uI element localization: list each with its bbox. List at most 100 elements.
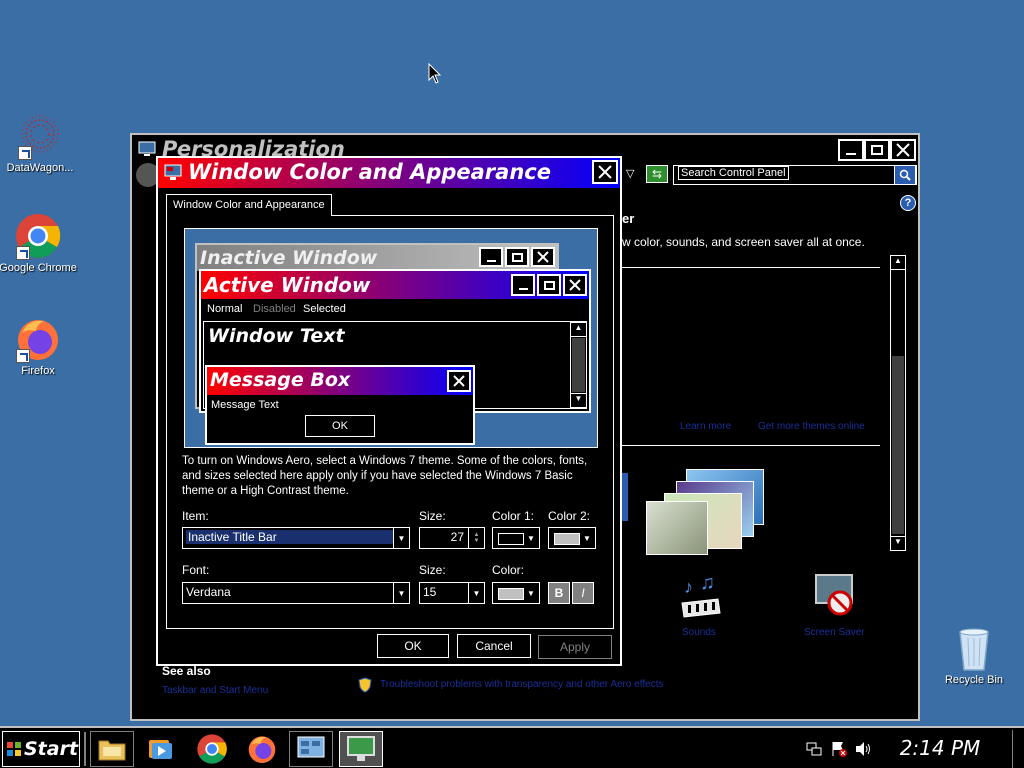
taskbar-start-menu-link[interactable]: Taskbar and Start Menu <box>162 685 268 696</box>
network-icon[interactable] <box>806 741 822 757</box>
taskbar-firefox-button[interactable] <box>240 731 284 767</box>
font-size-label: Size: <box>419 563 446 577</box>
svg-text:♪: ♪ <box>684 577 693 597</box>
active-window-title: Active Window <box>204 273 371 297</box>
maximize-button[interactable] <box>864 139 890 161</box>
color2-label: Color 2: <box>548 509 591 523</box>
shortcut-arrow-icon <box>16 246 30 260</box>
firefox-icon <box>248 736 276 763</box>
preview-window-text: Window Text <box>208 325 345 347</box>
font-color-label: Color: <box>492 563 525 577</box>
action-center-flag-icon[interactable] <box>830 740 848 758</box>
font-color-swatch <box>498 588 524 600</box>
minimize-button[interactable] <box>838 139 864 161</box>
control-panel-icon <box>138 141 156 156</box>
get-more-themes-link[interactable]: Get more themes online <box>758 421 865 432</box>
tab-window-color-appearance[interactable]: Window Color and Appearance <box>166 194 332 216</box>
chrome-icon <box>197 734 227 764</box>
volume-icon[interactable] <box>854 740 872 758</box>
mouse-cursor-icon <box>428 63 442 84</box>
close-icon <box>896 143 910 157</box>
preview-area[interactable]: Inactive Window Active Window Normal Dis… <box>184 228 598 448</box>
ok-button[interactable]: OK <box>377 634 449 658</box>
font-label: Font: <box>182 563 210 577</box>
shield-icon <box>358 677 372 693</box>
color1-picker[interactable]: ▼ <box>492 527 540 549</box>
bold-button[interactable]: B <box>548 582 570 604</box>
chevron-down-icon: ▼ <box>527 588 535 598</box>
color2-picker[interactable]: ▼ <box>548 527 596 549</box>
taskbar: Start 2:14 PM <box>0 726 1024 768</box>
dialog-title-bar[interactable]: Window Color and Appearance <box>158 158 620 188</box>
window-color-thumb[interactable] <box>622 473 628 521</box>
preview-close-icon <box>531 247 555 267</box>
page-description: w color, sounds, and screen saver all at… <box>622 235 865 249</box>
apply-button[interactable]: Apply <box>538 635 612 659</box>
desktop-icon-label: Recycle Bin <box>944 674 1004 686</box>
show-desktop-button[interactable] <box>1012 730 1022 768</box>
control-panel-icon <box>297 736 325 758</box>
inactive-window-title: Inactive Window <box>200 247 378 269</box>
color2-swatch <box>554 533 580 545</box>
start-button[interactable]: Start <box>2 731 80 767</box>
desktop-icon-google-chrome[interactable]: Google Chrome <box>0 212 78 274</box>
taskbar-control-panel-button[interactable] <box>289 731 333 767</box>
italic-button[interactable]: I <box>572 582 594 604</box>
search-button[interactable] <box>894 165 916 185</box>
preview-menu-disabled: Disabled <box>253 303 296 315</box>
minimize-icon <box>846 153 856 155</box>
chevron-down-icon: ▼ <box>393 528 409 548</box>
screen-saver-icon[interactable] <box>812 571 862 621</box>
item-size-spinner[interactable]: 27 ▲ ▼ <box>419 527 485 549</box>
font-select[interactable]: Verdana ▼ <box>182 582 410 604</box>
page-heading: er <box>622 211 635 226</box>
themes-scrollbar[interactable]: ▲ ▼ <box>890 255 906 551</box>
sounds-label[interactable]: Sounds <box>682 627 716 638</box>
spinner-arrows-icon: ▲ ▼ <box>468 528 484 548</box>
close-button[interactable] <box>890 139 916 161</box>
dialog-title: Window Color and Appearance <box>188 160 551 184</box>
screen-saver-label[interactable]: Screen Saver <box>804 627 865 638</box>
shortcut-arrow-icon <box>18 146 32 160</box>
desktop-icon-label: Google Chrome <box>0 262 77 274</box>
font-color-picker[interactable]: ▼ <box>492 582 540 604</box>
preview-maximize-icon <box>537 274 561 296</box>
firefox-icon <box>14 315 62 363</box>
color1-label: Color 1: <box>492 509 535 523</box>
cancel-button[interactable]: Cancel <box>457 634 531 658</box>
help-button[interactable]: ? <box>900 195 916 211</box>
desktop-background-icon[interactable] <box>646 469 766 555</box>
system-clock[interactable]: 2:14 PM <box>880 736 1000 760</box>
chrome-icon <box>14 212 62 260</box>
search-input[interactable]: Search Control Panel <box>673 165 917 185</box>
sounds-icon[interactable]: ♪ ♫ <box>676 573 724 619</box>
taskbar-display-settings-button[interactable] <box>339 731 383 767</box>
search-icon <box>899 169 911 181</box>
troubleshoot-link[interactable]: Troubleshoot problems with transparency … <box>380 679 664 690</box>
window-color-appearance-dialog[interactable]: Window Color and Appearance Window Color… <box>156 156 622 666</box>
message-box-text: Message Text <box>211 399 279 411</box>
refresh-button[interactable]: ⇆ <box>646 165 668 183</box>
taskbar-explorer-button[interactable] <box>90 731 134 767</box>
chevron-down-icon: ▼ <box>468 583 484 603</box>
desktop-icon-recycle-bin[interactable]: Recycle Bin <box>934 624 1014 686</box>
taskbar-media-player-button[interactable] <box>138 731 182 767</box>
taskbar-chrome-button[interactable] <box>190 731 234 767</box>
svg-text:♫: ♫ <box>700 573 715 594</box>
windows-logo-icon <box>7 742 21 756</box>
desktop-icon-datawagon[interactable]: DataWagon... <box>0 112 80 174</box>
item-select[interactable]: Inactive Title Bar ▼ <box>182 527 410 549</box>
dialog-close-button[interactable] <box>592 160 618 184</box>
message-box-title: Message Box <box>210 369 351 391</box>
help-icon: ? <box>904 197 912 209</box>
taskbar-separator <box>84 732 86 766</box>
preview-menu-normal: Normal <box>207 303 243 315</box>
chevron-down-icon: ▼ <box>583 533 591 543</box>
item-select-value: Inactive Title Bar <box>186 530 394 544</box>
monitor-icon <box>164 164 182 180</box>
preview-message-box[interactable]: Message Box Message Text OK <box>205 365 475 445</box>
address-dropdown-icon[interactable]: ▽ <box>626 167 634 180</box>
desktop-icon-firefox[interactable]: Firefox <box>0 315 78 377</box>
learn-more-link[interactable]: Learn more <box>680 421 731 432</box>
font-size-select[interactable]: 15 ▼ <box>419 582 485 604</box>
